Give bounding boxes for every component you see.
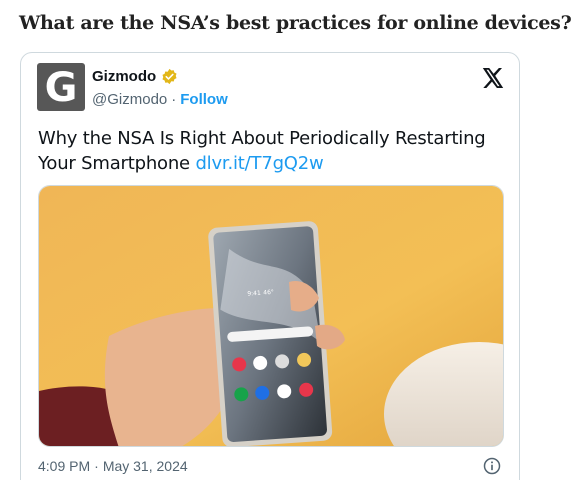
tweet-link[interactable]: dlvr.it/T7gQ2w	[195, 153, 323, 174]
tweet-date: May 31, 2024	[102, 458, 188, 474]
author-handle-row: @Gizmodo · Follow	[92, 91, 228, 108]
author-handle[interactable]: @Gizmodo	[92, 91, 167, 108]
separator-dot: ·	[171, 91, 177, 108]
tweet-timestamp[interactable]: 4:09 PM · May 31, 2024	[38, 458, 188, 474]
follow-button[interactable]: Follow	[180, 91, 228, 108]
verified-badge-icon	[162, 68, 177, 85]
info-icon[interactable]	[482, 456, 502, 476]
tweet-text: Why the NSA Is Right About Periodically …	[38, 126, 508, 176]
tweet-media[interactable]: 9:41 46°	[38, 185, 504, 447]
timestamp-separator: ·	[94, 458, 99, 474]
tweet-time: 4:09 PM	[38, 458, 91, 474]
avatar-letter: G	[44, 65, 78, 111]
article-heading: What are the NSA’s best practices for on…	[19, 12, 572, 34]
avatar[interactable]: G	[37, 63, 85, 111]
phone-clock: 9:41	[247, 290, 261, 298]
x-logo-icon[interactable]	[480, 66, 504, 90]
embedded-tweet-card[interactable]: G Gizmodo @Gizmodo · Follow Why the NSA …	[20, 52, 520, 480]
phone-temperature: 46°	[263, 289, 274, 297]
author-display-name[interactable]: Gizmodo	[92, 68, 156, 85]
phone-photo: 9:41 46°	[39, 186, 503, 446]
author-name-row: Gizmodo	[92, 68, 178, 85]
